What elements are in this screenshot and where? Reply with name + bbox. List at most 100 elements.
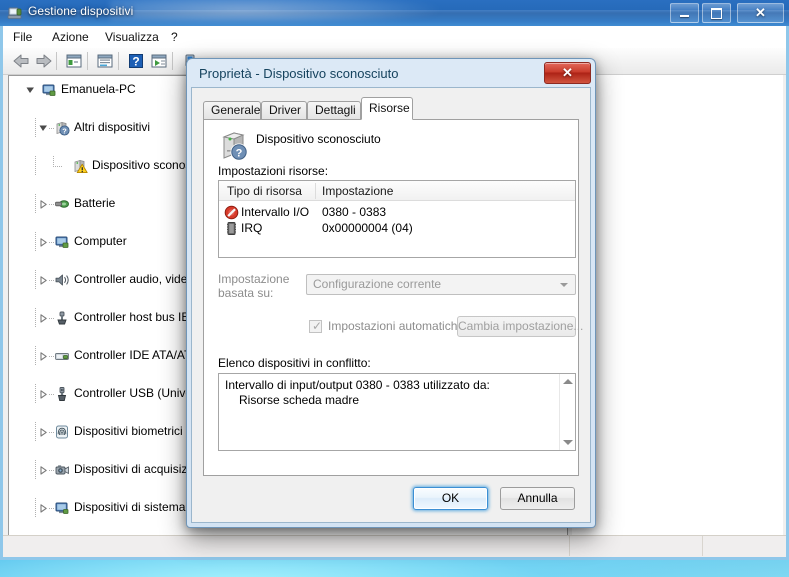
toolbar-separator-3 <box>118 52 119 70</box>
minimize-button[interactable] <box>670 3 699 23</box>
menu-visualizza[interactable]: Visualizza <box>101 30 163 44</box>
device-manager-icon <box>7 5 23 21</box>
tab-generale[interactable]: Generale <box>203 101 261 119</box>
cancel-button[interactable]: Annulla <box>500 487 575 510</box>
help-button[interactable]: ? <box>126 51 146 71</box>
tree-guide <box>35 194 36 213</box>
resource-setting-value: 0x00000004 (04) <box>322 221 413 235</box>
properties-dialog: Proprietà - Dispositivo sconosciuto ✕ Ge… <box>186 58 596 528</box>
expand-toggle-icon[interactable] <box>39 428 48 437</box>
device-name-label: Dispositivo sconosciuto <box>256 132 381 146</box>
resource-settings-label: Impostazioni risorse: <box>218 164 329 178</box>
expand-toggle-icon[interactable] <box>39 504 48 513</box>
maximize-button[interactable] <box>702 3 731 23</box>
table-header: Tipo di risorsa Impostazione <box>219 181 575 201</box>
tab-dettagli[interactable]: Dettagli <box>307 101 361 119</box>
scroll-up-icon[interactable] <box>563 379 573 384</box>
auto-settings-label: Impostazioni automatiche <box>328 319 465 333</box>
dialog-title: Proprietà - Dispositivo sconosciuto <box>199 66 399 81</box>
scroll-down-icon[interactable] <box>563 440 573 445</box>
tree-guide <box>35 118 36 137</box>
computer-icon <box>54 234 70 250</box>
system-icon <box>54 500 70 516</box>
resource-setting-value: 0380 - 0383 <box>322 205 387 219</box>
dialog-close-button[interactable]: ✕ <box>544 62 591 84</box>
ok-button[interactable]: OK <box>413 487 488 510</box>
tab-risorse[interactable]: Risorse <box>361 97 413 120</box>
back-button[interactable] <box>11 51 31 71</box>
expand-toggle-icon[interactable] <box>39 276 48 285</box>
expand-toggle-icon[interactable] <box>39 314 48 323</box>
column-separator[interactable] <box>315 183 316 199</box>
table-row[interactable]: IRQ 0x00000004 (04) <box>219 220 575 237</box>
statusbar <box>3 535 786 557</box>
auto-settings-checkbox[interactable]: ✓ <box>309 319 323 333</box>
column-header-tipo: Tipo di risorsa <box>227 184 302 198</box>
resource-type-value: Intervallo I/O <box>241 205 310 219</box>
window-titlebar: Gestione dispositivi ✕ <box>0 0 789 26</box>
resource-settings-table[interactable]: Tipo di risorsa Impostazione Intervallo … <box>218 180 576 258</box>
computer-icon <box>41 82 57 98</box>
based-on-dropdown[interactable]: Configurazione corrente <box>306 274 576 295</box>
conflict-line: Intervallo di input/output 0380 - 0383 u… <box>225 378 490 392</box>
conflict-scrollbar[interactable] <box>559 374 575 450</box>
tree-guide <box>35 346 36 365</box>
statusbar-divider-1 <box>569 536 570 556</box>
biometric-icon <box>54 424 70 440</box>
tree-guide <box>35 270 36 289</box>
tree-guide <box>35 460 36 479</box>
expand-toggle-icon[interactable] <box>39 238 48 247</box>
scan-hardware-button[interactable] <box>149 51 169 71</box>
tree-item-label: Altri dispositivi <box>74 120 151 134</box>
minimize-icon <box>671 4 698 22</box>
svg-text:?: ? <box>132 54 139 68</box>
tree-guide <box>53 156 54 166</box>
table-row[interactable]: Intervallo I/O 0380 - 0383 <box>219 204 575 221</box>
expand-toggle-icon[interactable] <box>39 390 48 399</box>
column-header-impostazione: Impostazione <box>322 184 394 198</box>
tree-item-label: Dispositivi di sistema <box>74 500 186 514</box>
tab-panel-risorse: ? Dispositivo sconosciuto Impostazioni r… <box>203 119 583 476</box>
close-button[interactable]: ✕ <box>737 3 784 23</box>
unknown-device-large-icon: ? <box>218 128 252 162</box>
forward-button[interactable] <box>34 51 54 71</box>
battery-icon <box>54 196 70 212</box>
details-pane <box>572 75 783 552</box>
expand-toggle-icon[interactable] <box>26 86 35 95</box>
close-icon: ✕ <box>755 5 766 20</box>
expand-toggle-icon[interactable] <box>39 200 48 209</box>
tab-driver[interactable]: Driver <box>261 101 307 119</box>
check-icon: ✓ <box>312 319 323 333</box>
conflict-icon <box>224 205 239 220</box>
ieee1394-icon <box>54 310 70 326</box>
tree-guide <box>53 166 62 167</box>
expand-toggle-icon[interactable] <box>39 352 48 361</box>
toolbar-separator <box>56 52 57 70</box>
menu-file[interactable]: File <box>9 30 36 44</box>
change-setting-button[interactable]: Cambia impostazione... <box>457 316 583 337</box>
menu-help[interactable]: ? <box>167 30 182 44</box>
tree-item-label: Batterie <box>74 196 116 210</box>
chevron-down-icon <box>560 283 568 287</box>
audio-icon <box>54 272 70 288</box>
conflict-list-box[interactable]: Intervallo di input/output 0380 - 0383 u… <box>218 373 576 451</box>
camera-icon <box>54 462 70 478</box>
expand-toggle-icon[interactable] <box>39 124 48 133</box>
tree-item-label: Dispositivi biometrici <box>74 424 183 438</box>
conflict-list-content: Intervallo di input/output 0380 - 0383 u… <box>219 374 558 450</box>
tree-guide <box>35 498 36 517</box>
window-title: Gestione dispositivi <box>28 4 134 18</box>
properties-button[interactable] <box>64 51 84 71</box>
tree-guide <box>35 232 36 251</box>
dialog-frame: Generale Driver Dettagli Risorse ? Dispo… <box>191 87 591 523</box>
menu-azione[interactable]: Azione <box>48 30 93 44</box>
based-on-value: Configurazione corrente <box>313 277 442 291</box>
maximize-icon <box>703 4 730 22</box>
help-window-button[interactable] <box>95 51 115 71</box>
close-icon: ✕ <box>562 65 573 80</box>
toolbar-separator-2 <box>87 52 88 70</box>
expand-toggle-icon[interactable] <box>39 466 48 475</box>
tree-guide <box>35 384 36 403</box>
tree-guide <box>35 156 36 175</box>
irq-icon <box>224 221 239 236</box>
